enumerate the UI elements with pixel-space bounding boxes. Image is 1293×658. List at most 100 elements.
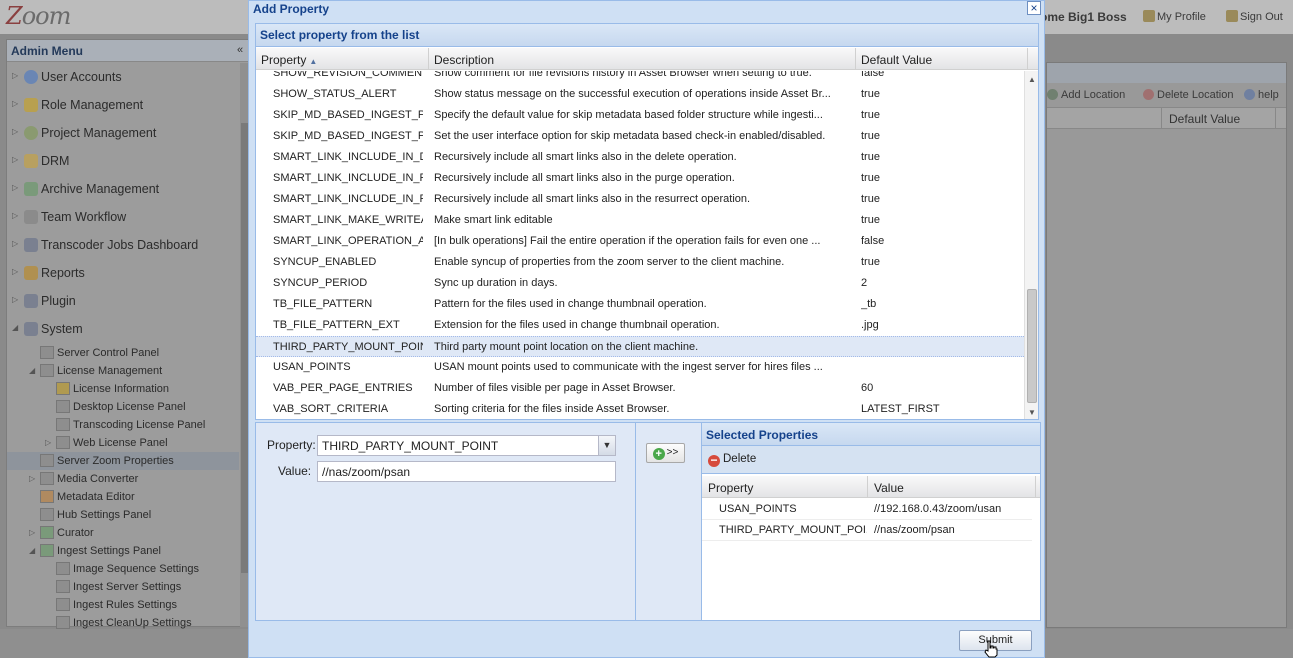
settings-page-icon [56, 562, 70, 575]
menu-item-reports[interactable]: ▷ Reports [7, 259, 239, 287]
table-row[interactable]: SHOW_STATUS_ALERT Show status message on … [256, 84, 1024, 105]
selected-column-value[interactable]: Value [868, 476, 1036, 498]
cell-default-value: true [861, 214, 880, 226]
settings-page-icon [56, 616, 70, 629]
delete-button-label: Delete [723, 453, 757, 465]
table-row[interactable]: SMART_LINK_INCLUDE_IN_R... Recursively in… [256, 189, 1024, 210]
scroll-down-icon[interactable]: ▼ [1028, 408, 1036, 417]
properties-panel-header [1047, 63, 1286, 83]
grid-scroll-thumb[interactable] [1027, 289, 1037, 403]
value-input[interactable] [317, 461, 616, 482]
column-header-description[interactable]: Description [429, 48, 856, 70]
default-value-column[interactable]: Default Value [1169, 112, 1240, 126]
menu-item-hub-settings-panel[interactable]: Hub Settings Panel [7, 506, 239, 524]
selected-table-row[interactable]: USAN_POINTS //192.168.0.43/zoom/usan [702, 499, 1032, 520]
menu-item-desktop-license-panel[interactable]: Desktop License Panel [7, 398, 239, 416]
table-row[interactable]: SMART_LINK_OPERATION_A... [In bulk operat… [256, 231, 1024, 252]
grid-vertical-scrollbar[interactable]: ▲ ▼ [1024, 71, 1038, 419]
menu-item-archive-management[interactable]: ▷ Archive Management [7, 175, 239, 203]
table-row[interactable]: SHOW_REVISION_COMMENT Show comment for fi… [256, 71, 1024, 84]
menu-item-transcoder-jobs[interactable]: ▷ Transcoder Jobs Dashboard [7, 231, 239, 259]
cell-default-value: true [861, 193, 880, 205]
menu-item-transcoding-license-panel[interactable]: Transcoding License Panel [7, 416, 239, 434]
menu-item-drm[interactable]: ▷ DRM [7, 147, 239, 175]
settings-page-icon [56, 580, 70, 593]
menu-item-ingest-rules-settings[interactable]: Ingest Rules Settings [7, 596, 239, 614]
selected-grid-header: Property Value [702, 476, 1040, 498]
menu-item-web-license-panel[interactable]: ▷ Web License Panel [7, 434, 239, 452]
grid-body: SHOW_REVISION_COMMENT Show comment for fi… [256, 71, 1024, 419]
menu-item-curator[interactable]: ▷ Curator [7, 524, 239, 542]
menu-item-image-sequence-settings[interactable]: Image Sequence Settings [7, 560, 239, 578]
cell-description: Recursively include all smart links also… [434, 151, 737, 163]
table-row[interactable]: SMART_LINK_MAKE_WRITEA... Make smart link… [256, 210, 1024, 231]
menu-item-license-information[interactable]: License Information [7, 380, 239, 398]
add-property-button[interactable]: + >> [646, 443, 685, 463]
cell-default-value: .jpg [861, 319, 879, 331]
table-row[interactable]: TB_FILE_PATTERN Pattern for the files use… [256, 294, 1024, 315]
cell-default-value: true [861, 151, 880, 163]
tree-icon [40, 544, 54, 557]
cell-property: TB_FILE_PATTERN_EXT [273, 319, 400, 331]
scroll-up-icon[interactable]: ▲ [1028, 75, 1036, 84]
menu-item-plugin[interactable]: ▷ Plugin [7, 287, 239, 315]
table-row[interactable]: SKIP_MD_BASED_INGEST_PA... Set the user i… [256, 126, 1024, 147]
table-row[interactable]: TB_FILE_PATTERN_EXT Extension for the fil… [256, 315, 1024, 336]
menu-item-team-workflow[interactable]: ▷ Team Workflow [7, 203, 239, 231]
cell-property: SMART_LINK_INCLUDE_IN_D... [273, 151, 423, 163]
dialog-titlebar[interactable]: Add Property × [249, 1, 1044, 17]
menu-item-ingest-server-settings[interactable]: Ingest Server Settings [7, 578, 239, 596]
menu-item-license-management[interactable]: ◢ License Management [7, 362, 239, 380]
my-profile-link[interactable]: My Profile [1143, 10, 1206, 23]
table-row[interactable]: VAB_PER_PAGE_ENTRIES Number of files visi… [256, 378, 1024, 399]
help-button[interactable]: help [1244, 89, 1279, 101]
editor-icon [40, 490, 54, 503]
add-icon [1047, 89, 1058, 100]
property-form: Property: THIRD_PARTY_MOUNT_POINT ▼ Valu… [255, 422, 636, 621]
column-header-default-value[interactable]: Default Value [856, 48, 1028, 70]
table-row[interactable]: SYNCUP_ENABLED Enable syncup of propertie… [256, 252, 1024, 273]
cell-default-value: false [861, 235, 885, 247]
sidebar-scroll-thumb[interactable] [241, 123, 248, 573]
selected-cell-property: USAN_POINTS [719, 503, 797, 515]
table-row[interactable]: USAN_POINTS USAN mount points used to com… [256, 357, 1024, 378]
menu-item-server-control-panel[interactable]: Server Control Panel [7, 344, 239, 362]
column-header-property[interactable]: Property ▲ [256, 48, 429, 70]
collapse-sidebar-icon[interactable]: « [233, 43, 247, 57]
menu-item-ingest-settings-panel[interactable]: ◢ Ingest Settings Panel [7, 542, 239, 560]
table-row[interactable]: THIRD_PARTY_MOUNT_POINT Third party mount… [256, 336, 1024, 357]
add-location-button[interactable]: Add Location [1047, 89, 1125, 101]
sign-out-link[interactable]: Sign Out [1226, 10, 1283, 23]
delete-location-button[interactable]: Delete Location [1143, 89, 1233, 101]
sidebar-title: Admin Menu [11, 44, 83, 58]
hub-icon [40, 508, 54, 521]
cell-property: TB_FILE_PATTERN [273, 298, 373, 310]
selected-table-row[interactable]: THIRD_PARTY_MOUNT_POI... //nas/zoom/psan [702, 520, 1032, 541]
property-combobox[interactable]: THIRD_PARTY_MOUNT_POINT ▼ [317, 435, 616, 456]
menu-item-user-accounts[interactable]: ▷ User Accounts [7, 63, 239, 91]
menu-item-media-converter[interactable]: ▷ Media Converter [7, 470, 239, 488]
computer-icon [24, 322, 38, 336]
table-row[interactable]: SYNCUP_PERIOD Sync up duration in days. 2 [256, 273, 1024, 294]
table-row[interactable]: VAB_SORT_CRITERIA Sorting criteria for th… [256, 399, 1024, 419]
menu-item-system[interactable]: ◢ System [7, 315, 239, 343]
my-profile-label: My Profile [1157, 11, 1206, 23]
table-row[interactable]: SMART_LINK_INCLUDE_IN_D... Recursively in… [256, 147, 1024, 168]
selected-column-property[interactable]: Property [702, 476, 868, 498]
menu-item-server-zoom-properties[interactable]: Server Zoom Properties [7, 452, 239, 470]
close-icon[interactable]: × [1027, 1, 1041, 15]
table-row[interactable]: SKIP_MD_BASED_INGEST_PA... Specify the de… [256, 105, 1024, 126]
table-row[interactable]: SMART_LINK_INCLUDE_IN_P... Recursively in… [256, 168, 1024, 189]
menu-item-metadata-editor[interactable]: Metadata Editor [7, 488, 239, 506]
chevron-down-icon[interactable]: ▼ [598, 436, 615, 455]
selected-column-property-label: Property [708, 481, 754, 495]
menu-item-project-management[interactable]: ▷ Project Management [7, 119, 239, 147]
hand-cursor-icon [984, 640, 998, 658]
cell-description: Extension for the files used in change t… [434, 319, 720, 331]
monitor-icon [24, 238, 38, 252]
cell-description: Third party mount point location on the … [434, 341, 699, 353]
menu-item-role-management[interactable]: ▷ Role Management [7, 91, 239, 119]
delete-button[interactable]: − Delete [708, 453, 756, 467]
cell-property: SHOW_REVISION_COMMENT [273, 71, 423, 79]
license-icon [40, 364, 54, 377]
